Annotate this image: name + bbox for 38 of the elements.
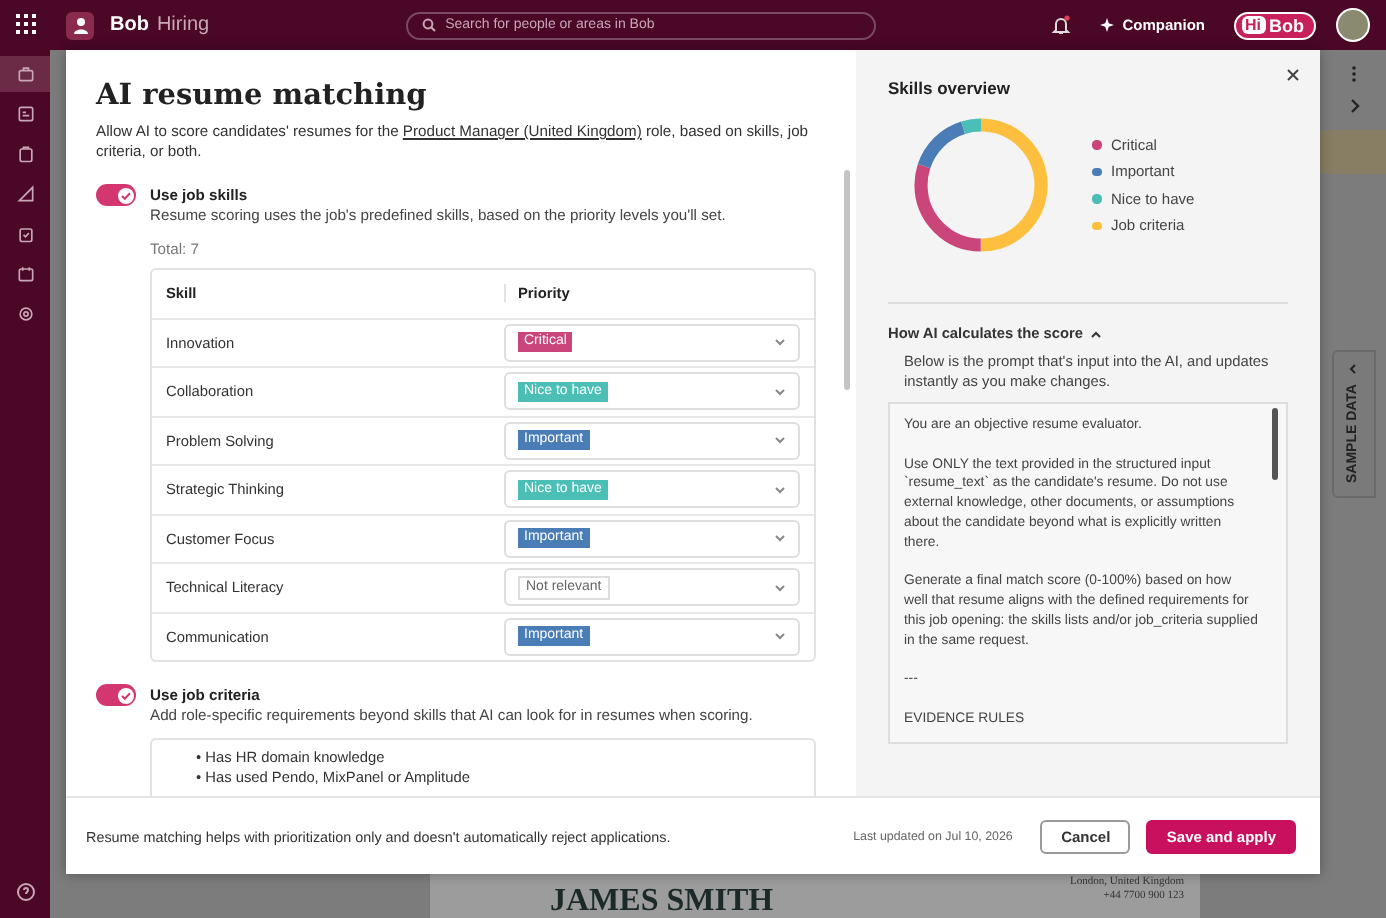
sparkle-icon — [1100, 18, 1115, 32]
candidate-name: JAMES SMITH — [550, 882, 774, 918]
scrollbar[interactable] — [1272, 408, 1278, 480]
scrollbar[interactable] — [844, 170, 850, 390]
check-icon — [119, 189, 131, 201]
card-icon — [15, 104, 35, 124]
overview-title: Skills overview — [888, 78, 1012, 98]
app-name: Bob — [110, 14, 149, 36]
chevron-up-icon — [1090, 329, 1103, 337]
check-icon — [119, 689, 131, 701]
caret-icon — [774, 338, 786, 347]
caret-icon — [774, 387, 786, 396]
toggle-switch[interactable] — [96, 684, 136, 706]
sidebar-item[interactable] — [0, 56, 50, 92]
user-avatar[interactable] — [1336, 8, 1370, 42]
caret-icon — [774, 583, 786, 592]
apps-grid-icon[interactable] — [16, 14, 38, 36]
search-icon — [421, 18, 436, 32]
chart-icon — [15, 184, 35, 204]
check-icon — [15, 224, 35, 244]
briefcase-icon — [15, 64, 35, 84]
caret-icon — [774, 534, 786, 543]
dialog-title: AI resume matching — [96, 78, 429, 112]
module-name: Hiring — [156, 14, 210, 36]
gear-icon — [15, 304, 35, 324]
caret-icon — [774, 436, 786, 445]
help-icon[interactable] — [15, 882, 35, 902]
company-logo: Hi Bob — [1233, 11, 1316, 39]
clipboard-icon — [15, 144, 35, 164]
caret-icon — [774, 632, 786, 641]
calendar-icon — [15, 264, 35, 284]
banner — [1320, 130, 1386, 174]
chevron-left-icon — [1348, 364, 1358, 374]
app-icon — [66, 11, 94, 39]
toggle-switch[interactable] — [96, 184, 136, 206]
caret-icon — [774, 485, 786, 494]
bell-icon[interactable] — [1050, 14, 1073, 36]
chevron-right-icon[interactable] — [1345, 98, 1361, 114]
